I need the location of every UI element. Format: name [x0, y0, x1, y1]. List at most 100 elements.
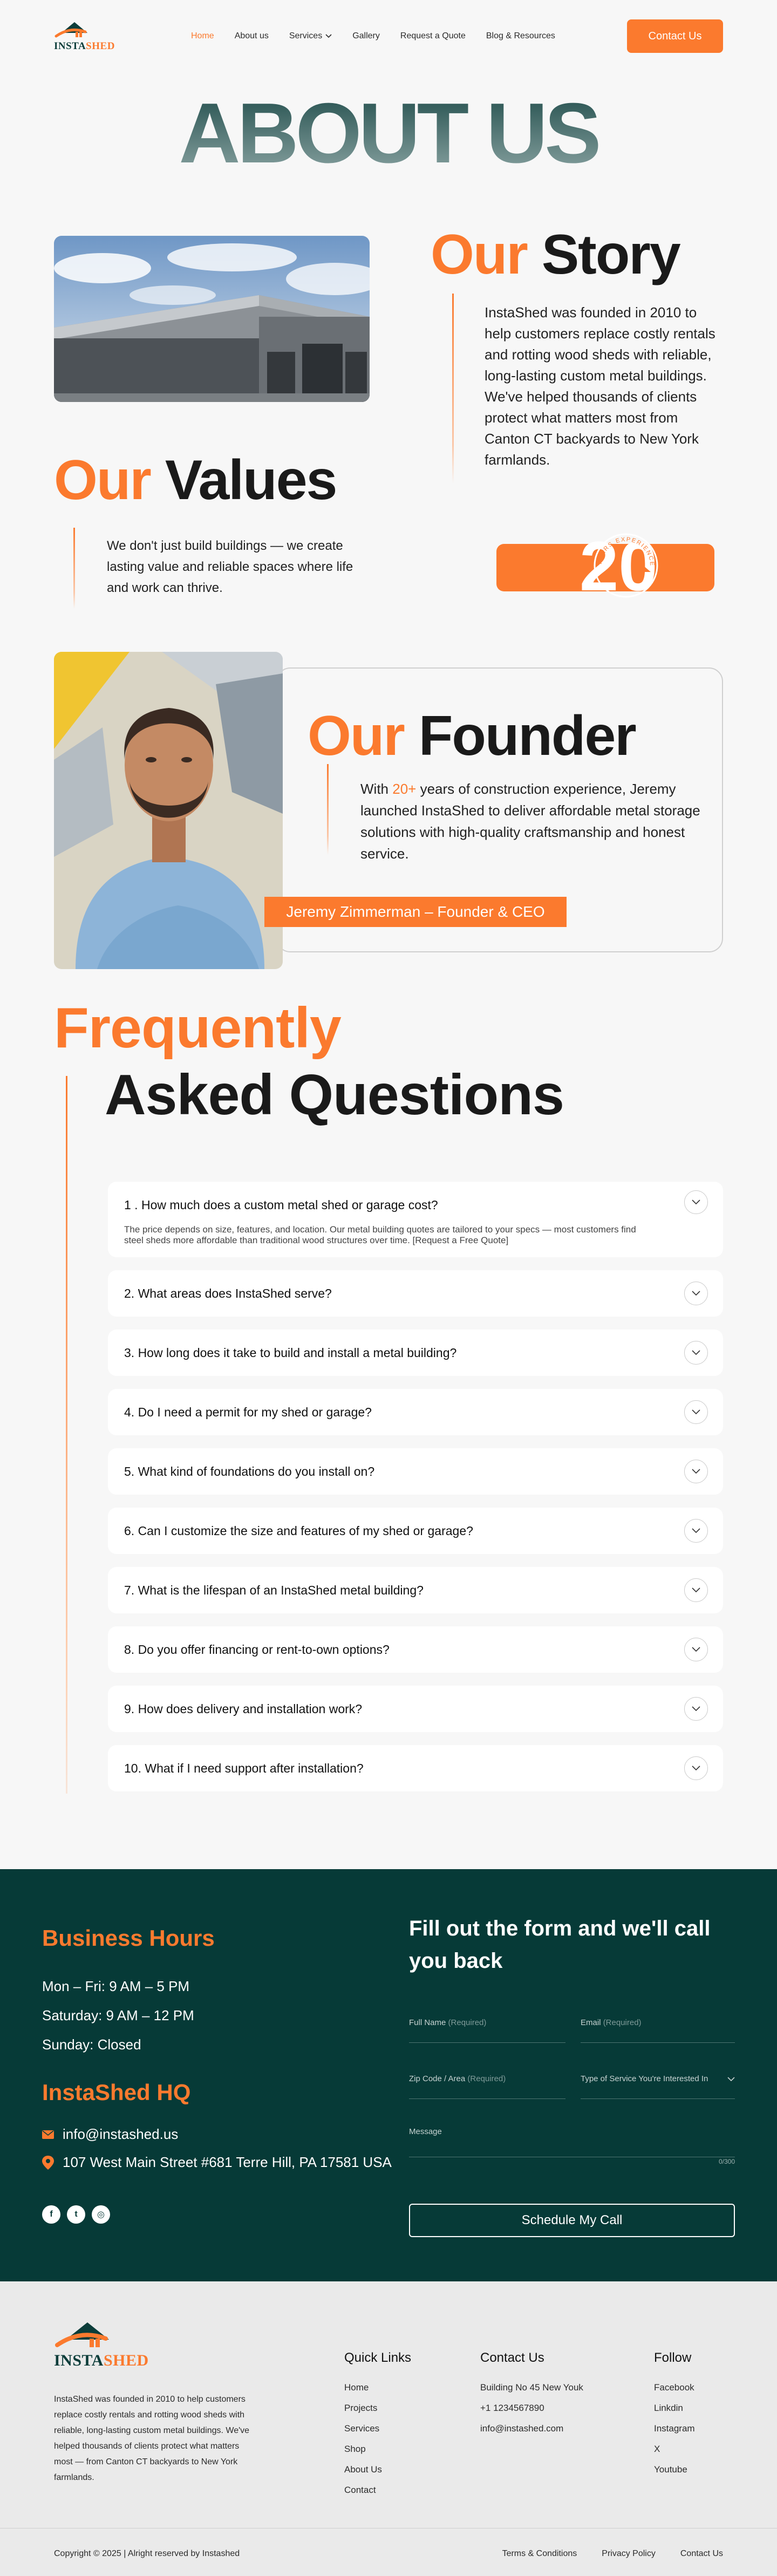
- footer-link-shop[interactable]: Shop: [344, 2439, 411, 2459]
- faq-item[interactable]: 6. Can I customize the size and features…: [108, 1508, 723, 1554]
- message-textarea[interactable]: Message: [409, 2120, 735, 2157]
- founder-years-highlight: 20+: [392, 781, 417, 797]
- chevron-down-icon: [692, 1647, 700, 1652]
- footer-address: Building No 45 New Youk: [480, 2382, 583, 2393]
- founder-title: Our Founder: [308, 705, 637, 767]
- footer-link-home[interactable]: Home: [344, 2377, 411, 2398]
- nav-blog-resources[interactable]: Blog & Resources: [486, 31, 555, 41]
- faq-question: 3. How long does it take to build and in…: [124, 1345, 457, 1360]
- faq-toggle-button[interactable]: [684, 1400, 708, 1424]
- footer-phone[interactable]: +1 1234567890: [480, 2398, 583, 2418]
- faq-toggle-button[interactable]: [684, 1519, 708, 1543]
- faq-item[interactable]: 9. How does delivery and installation wo…: [108, 1686, 723, 1732]
- hq-title: InstaShed HQ: [42, 2080, 191, 2105]
- nav-home[interactable]: Home: [191, 31, 214, 41]
- contact-us-button[interactable]: Contact Us: [627, 19, 723, 53]
- twitter-icon[interactable]: t: [67, 2205, 85, 2224]
- full-name-field[interactable]: Full Name (Required): [409, 2011, 565, 2043]
- chevron-down-icon: [692, 1200, 700, 1205]
- chevron-down-icon: [727, 2077, 735, 2082]
- faq-question: 4. Do I need a permit for my shed or gar…: [124, 1405, 372, 1419]
- service-type-select[interactable]: Type of Service You're Interested In: [581, 2067, 735, 2099]
- faq-toggle-button[interactable]: [684, 1578, 708, 1602]
- chevron-down-icon: [692, 1291, 700, 1296]
- footer-link-facebook[interactable]: Facebook: [654, 2377, 695, 2398]
- footer-link-about[interactable]: About Us: [344, 2459, 411, 2480]
- email-field[interactable]: Email (Required): [581, 2011, 735, 2043]
- hq-email[interactable]: info@instashed.us: [42, 2126, 178, 2143]
- faq-toggle-button[interactable]: [684, 1341, 708, 1365]
- hero-section: ABOUT US: [0, 72, 777, 196]
- instagram-icon[interactable]: ◎: [92, 2205, 110, 2224]
- footer-logo[interactable]: INSTASHED: [54, 2319, 148, 2370]
- values-text: We don't just build buildings — we creat…: [107, 539, 353, 595]
- chevron-down-icon: [692, 1409, 700, 1415]
- faq-item[interactable]: 7. What is the lifespan of an InstaShed …: [108, 1567, 723, 1613]
- chevron-down-icon: [692, 1587, 700, 1593]
- faq-item[interactable]: 5. What kind of foundations do you insta…: [108, 1448, 723, 1495]
- privacy-link[interactable]: Privacy Policy: [602, 2549, 656, 2559]
- faq-toggle-button[interactable]: [684, 1638, 708, 1661]
- hours-saturday: Saturday: 9 AM – 12 PM: [42, 2007, 194, 2023]
- values-accent-line: [73, 528, 75, 609]
- house-logo-icon: [55, 2322, 109, 2347]
- faq-toggle-button[interactable]: [684, 1190, 708, 1214]
- founder-name-badge: Jeremy Zimmerman – Founder & CEO: [264, 897, 567, 927]
- faq-toggle-button[interactable]: [684, 1697, 708, 1721]
- nav-gallery[interactable]: Gallery: [352, 31, 380, 41]
- faq-item[interactable]: 2. What areas does InstaShed serve?: [108, 1270, 723, 1317]
- faq-question: 1 . How much does a custom metal shed or…: [124, 1198, 438, 1212]
- hq-address: 107 West Main Street #681 Terre Hill, PA…: [42, 2154, 392, 2171]
- footer-quick-links: Quick Links Home Projects Services Shop …: [344, 2350, 411, 2500]
- contact-section: Business Hours Mon – Fri: 9 AM – 5 PM Sa…: [0, 1869, 777, 2281]
- faq-toggle-button[interactable]: [684, 1756, 708, 1780]
- footer-link-contact[interactable]: Contact: [344, 2480, 411, 2500]
- founder-photo: [54, 652, 283, 969]
- schedule-call-button[interactable]: Schedule My Call: [409, 2204, 735, 2237]
- founder-section: Our Founder With 20+ years of constructi…: [0, 639, 777, 999]
- faq-item[interactable]: 1 . How much does a custom metal shed or…: [108, 1182, 723, 1257]
- quick-links-title: Quick Links: [344, 2350, 412, 2365]
- nav-services[interactable]: Services: [289, 31, 332, 41]
- chevron-down-icon: [325, 34, 332, 38]
- footer-email[interactable]: info@instashed.com: [480, 2418, 583, 2439]
- faq-item[interactable]: 10. What if I need support after install…: [108, 1745, 723, 1791]
- faq-item[interactable]: 8. Do you offer financing or rent-to-own…: [108, 1626, 723, 1673]
- footer-follow: Follow Facebook Linkdin Instagram X Yout…: [654, 2350, 695, 2480]
- chevron-down-icon: [692, 1528, 700, 1534]
- legal-contact-link[interactable]: Contact Us: [680, 2549, 723, 2559]
- footer-logo-wordmark: INSTASHED: [54, 2352, 149, 2369]
- site-logo[interactable]: INSTASHED: [54, 20, 114, 52]
- footer-link-linkedin[interactable]: Linkdin: [654, 2398, 695, 2418]
- zip-code-field[interactable]: Zip Code / Area (Required): [409, 2067, 565, 2099]
- faq-answer: The price depends on size, features, and…: [124, 1224, 636, 1245]
- chevron-down-icon: [692, 1350, 700, 1355]
- metal-shed-image: [54, 236, 370, 402]
- faq-item[interactable]: 4. Do I need a permit for my shed or gar…: [108, 1389, 723, 1435]
- footer-link-services[interactable]: Services: [344, 2418, 411, 2439]
- terms-link[interactable]: Terms & Conditions: [502, 2549, 577, 2559]
- story-values-section: Our Story InstaShed was founded in 2010 …: [0, 196, 777, 639]
- copyright-text: Copyright © 2025 | Alright reserved by I…: [54, 2549, 240, 2558]
- faq-toggle-button[interactable]: [684, 1460, 708, 1483]
- hours-weekdays: Mon – Fri: 9 AM – 5 PM: [42, 1978, 190, 1994]
- story-accent-line: [452, 294, 454, 483]
- hq-address-text: 107 West Main Street #681 Terre Hill, PA…: [63, 2154, 392, 2170]
- nav-services-label: Services: [289, 31, 323, 40]
- footer-link-youtube[interactable]: Youtube: [654, 2459, 695, 2480]
- footer-link-x[interactable]: X: [654, 2439, 695, 2459]
- facebook-icon[interactable]: f: [42, 2205, 60, 2224]
- footer-link-projects[interactable]: Projects: [344, 2398, 411, 2418]
- nav-about-us[interactable]: About us: [235, 31, 269, 41]
- nav-request-quote[interactable]: Request a Quote: [400, 31, 466, 41]
- faq-item[interactable]: 3. How long does it take to build and in…: [108, 1330, 723, 1376]
- values-title: Our Values: [54, 449, 337, 512]
- chevron-down-icon: [692, 1706, 700, 1712]
- faq-section: Frequently Asked Questions 1 . How much …: [0, 999, 777, 1869]
- footer-link-instagram[interactable]: Instagram: [654, 2418, 695, 2439]
- site-footer: INSTASHED InstaShed was founded in 2010 …: [0, 2281, 777, 2576]
- faq-toggle-button[interactable]: [684, 1282, 708, 1305]
- legal-links: Terms & Conditions Privacy Policy Contac…: [502, 2549, 723, 2559]
- footer-description: InstaShed was founded in 2010 to help cu…: [54, 2395, 250, 2482]
- hours-sunday: Sunday: Closed: [42, 2036, 141, 2053]
